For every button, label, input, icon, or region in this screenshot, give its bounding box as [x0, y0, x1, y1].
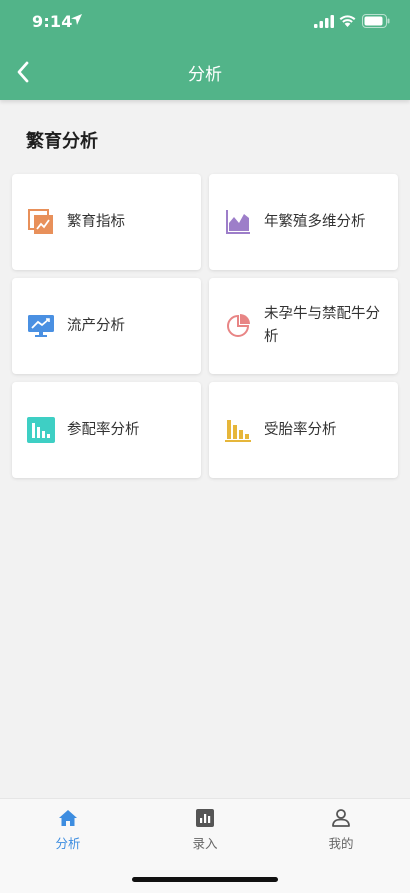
location-arrow-icon — [71, 14, 82, 25]
app-header: 9:14 分析 — [0, 0, 410, 100]
profile-icon — [330, 807, 352, 829]
status-bar: 9:14 — [0, 0, 410, 44]
bar-chart-yellow-icon — [224, 416, 252, 444]
card-label: 流产分析 — [67, 317, 125, 334]
wifi-icon — [339, 15, 356, 27]
card-label: 参配率分析 — [67, 421, 140, 438]
card-label: 繁育指标 — [67, 213, 125, 230]
pie-chart-icon — [224, 312, 252, 340]
card-label: 未孕牛与禁配牛分析 — [264, 306, 380, 345]
entry-chart-icon — [194, 807, 216, 829]
card-label: 受胎率分析 — [264, 421, 337, 438]
tab-analysis[interactable]: 分析 — [28, 807, 108, 853]
breeding-index-icon — [27, 208, 55, 236]
card-conception-rate-analysis[interactable]: 受胎率分析 — [209, 382, 398, 478]
card-label: 年繁殖多维分析 — [264, 213, 366, 230]
home-indicator — [132, 877, 278, 882]
tab-label: 分析 — [55, 836, 81, 851]
tab-label: 我的 — [328, 836, 354, 851]
card-open-and-culled-cow-analysis[interactable]: 未孕牛与禁配牛分析 — [209, 278, 398, 374]
page-title: 分析 — [188, 65, 222, 85]
battery-icon — [362, 14, 390, 28]
card-breeding-index[interactable]: 繁育指标 — [12, 174, 201, 270]
card-breeding-participation-rate[interactable]: 参配率分析 — [12, 382, 201, 478]
card-annual-breeding-analysis[interactable]: 年繁殖多维分析 — [209, 174, 398, 270]
tab-entry[interactable]: 录入 — [165, 807, 245, 853]
bar-chart-teal-icon — [27, 416, 55, 444]
tab-label: 录入 — [192, 836, 218, 851]
cellular-signal-icon — [314, 15, 334, 28]
home-icon — [57, 807, 79, 829]
monitor-trend-icon — [27, 312, 55, 340]
area-chart-icon — [224, 208, 252, 236]
card-abortion-analysis[interactable]: 流产分析 — [12, 278, 201, 374]
tab-profile[interactable]: 我的 — [301, 807, 381, 853]
section-title: 繁育分析 — [26, 131, 98, 152]
status-time: 9:14 — [32, 12, 73, 31]
